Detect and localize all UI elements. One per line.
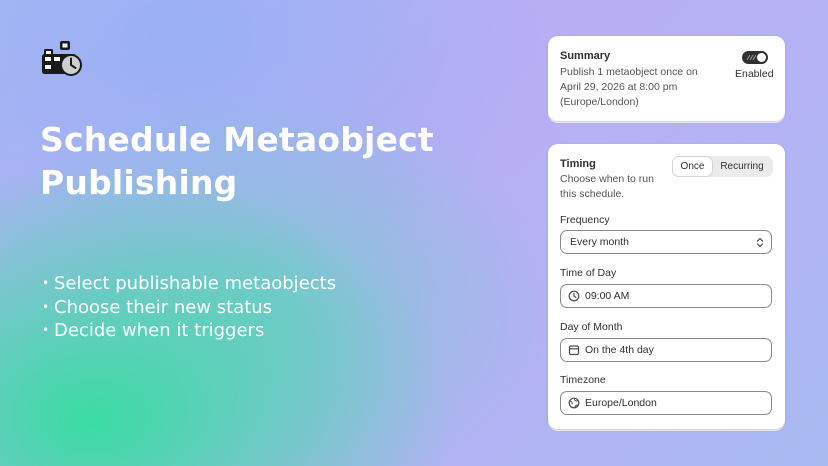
globe-icon [568, 397, 580, 409]
timing-card: Timing Choose when to run this schedule.… [548, 144, 785, 429]
day-of-month-field[interactable]: On the 4th day [560, 338, 772, 362]
enabled-toggle[interactable] [742, 51, 768, 64]
toggle-track-icon [746, 55, 756, 60]
timing-description: Choose when to run this schedule. [560, 173, 654, 200]
time-of-day-label: Time of Day [560, 267, 617, 279]
day-of-month-value: On the 4th day [585, 344, 654, 356]
frequency-select[interactable]: Every month [560, 230, 772, 254]
toggle-label: Enabled [735, 68, 774, 80]
timing-title: Timing [560, 158, 596, 170]
frequency-value: Every month [570, 236, 629, 248]
calendar-clock-icon [42, 41, 82, 76]
recurring-button[interactable]: Recurring [712, 157, 772, 176]
timezone-value: Europe/London [585, 397, 657, 409]
once-button[interactable]: Once [673, 157, 712, 176]
feature-item: • Select publishable metaobjects [42, 273, 337, 294]
clock-icon [568, 290, 580, 302]
day-of-month-label: Day of Month [560, 321, 623, 333]
hero-title-line-2: Publishing [40, 163, 238, 202]
time-of-day-field[interactable]: 09:00 AM [560, 284, 772, 308]
hero-title: Schedule Metaobject Publishing [40, 118, 480, 204]
summary-title: Summary [560, 50, 611, 62]
chevron-up-down-icon [756, 237, 764, 248]
summary-text: Publish 1 metaobject once on April 29, 2… [560, 66, 698, 108]
feature-item: • Decide when it triggers [42, 320, 265, 341]
feature-item: • Choose their new status [42, 296, 273, 318]
time-of-day-value: 09:00 AM [585, 290, 630, 302]
feature-list: • Select publishable metaobjects • Choose … [42, 272, 336, 343]
hero-title-line-1: Schedule Metaobject [40, 120, 434, 159]
frequency-label: Frequency [560, 214, 610, 226]
calendar-icon [568, 345, 580, 356]
schedule-type-segmented-control: Once Recurring [672, 156, 773, 177]
timezone-label: Timezone [560, 374, 606, 386]
timezone-field[interactable]: Europe/London [560, 391, 772, 415]
summary-card: Summary Publish 1 metaobject once on Apr… [548, 36, 785, 121]
